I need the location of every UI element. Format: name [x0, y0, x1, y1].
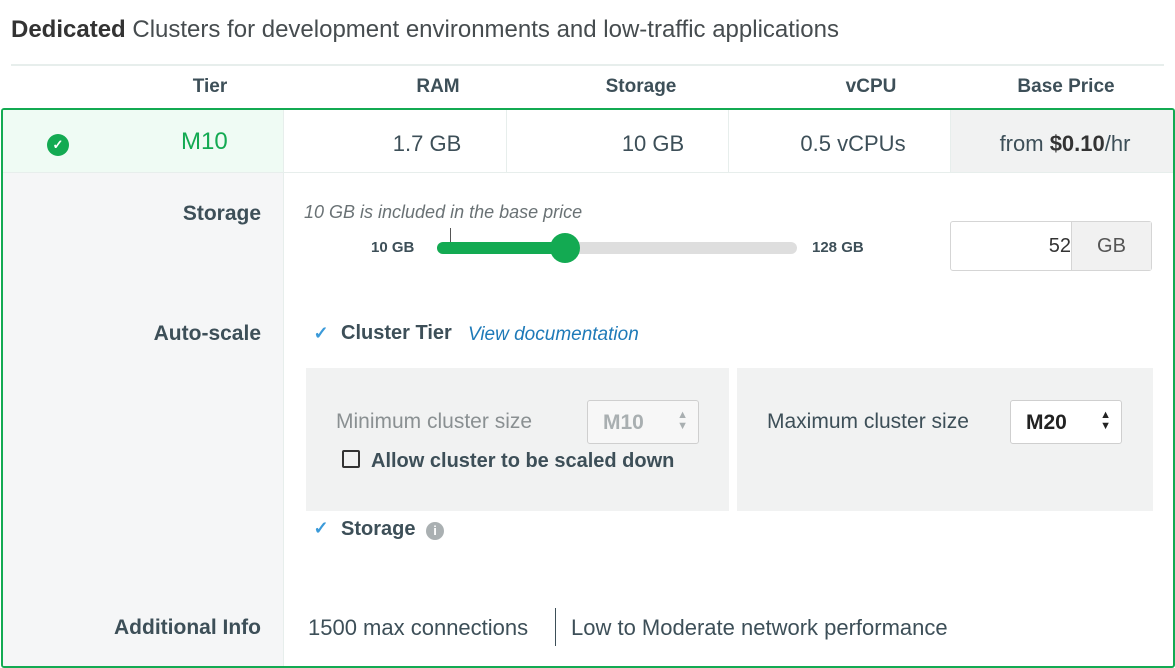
storage-slider-fill — [437, 242, 566, 254]
storage-gb-unit: GB — [1071, 222, 1151, 270]
tier-name: M10 — [181, 128, 228, 155]
min-cluster-label: Minimum cluster size — [336, 410, 533, 433]
info-icon[interactable]: i — [426, 522, 444, 540]
info-divider — [555, 608, 556, 646]
storage-gb-input[interactable]: 52 GB — [950, 221, 1152, 271]
price-cell: from $0.10/hr — [951, 110, 1173, 172]
heading-text: Clusters for development environments an… — [125, 16, 839, 43]
tier-cell[interactable]: ✓ M10 — [3, 110, 284, 172]
slider-max-label: 128 GB — [812, 239, 864, 256]
max-sort-arrows-icon: ▲ ▼ — [1100, 409, 1111, 432]
cluster-tier-label: Cluster Tier — [341, 322, 452, 344]
autoscale-label: Auto-scale — [153, 322, 261, 345]
header-ram: RAM — [416, 76, 460, 97]
max-cluster-label: Maximum cluster size — [767, 410, 969, 433]
price-suffix: /hr — [1104, 131, 1131, 156]
selected-check-icon: ✓ — [47, 134, 69, 156]
vcpu-value: 0.5 vCPUs — [800, 131, 906, 156]
header-base-price: Base Price — [1017, 76, 1115, 97]
header-tier: Tier — [192, 76, 228, 97]
included-tick-mark — [450, 228, 451, 242]
section-heading: Dedicated Clusters for development envir… — [11, 16, 839, 44]
tier-row[interactable]: ✓ M10 1.7 GB 10 GB 0.5 vCPUs from $0.10/… — [3, 110, 1173, 173]
tier-card-m10[interactable]: ✓ M10 1.7 GB 10 GB 0.5 vCPUs from $0.10/… — [1, 108, 1175, 668]
storage-slider-track[interactable] — [437, 242, 797, 254]
cluster-tier-checkbox[interactable]: ✓ — [312, 324, 330, 342]
price-prefix: from — [999, 131, 1050, 156]
slider-min-label: 10 GB — [371, 239, 415, 256]
additional-info-label: Additional Info — [114, 616, 261, 639]
max-connections-text: 1500 max connections — [308, 615, 529, 640]
header-storage: Storage — [605, 76, 677, 97]
allow-scale-down-checkbox[interactable] — [342, 450, 360, 468]
vcpu-cell: 0.5 vCPUs — [729, 110, 951, 172]
label-column — [3, 110, 284, 666]
storage-autoscale-checkbox[interactable]: ✓ — [312, 519, 330, 537]
price-value: $0.10 — [1049, 131, 1105, 156]
view-documentation-link[interactable]: View documentation — [468, 324, 639, 346]
allow-scale-down-label: Allow cluster to be scaled down — [371, 450, 675, 472]
price-text: from $0.10/hr — [1000, 131, 1131, 157]
ram-cell: 1.7 GB — [284, 110, 507, 172]
max-cluster-select[interactable]: M20 ▲ ▼ — [1010, 400, 1122, 444]
storage-hint: 10 GB is included in the base price — [304, 202, 583, 222]
heading-bold: Dedicated — [11, 16, 126, 43]
storage-autoscale-label: Storage — [341, 518, 416, 540]
ram-value: 1.7 GB — [392, 131, 462, 156]
network-performance-text: Low to Moderate network performance — [571, 615, 948, 640]
storage-value: 10 GB — [621, 131, 685, 156]
max-cluster-value: M20 — [1026, 411, 1067, 434]
header-vcpu: vCPU — [845, 76, 897, 97]
storage-slider-thumb[interactable] — [550, 233, 581, 263]
min-cluster-value: M10 — [603, 411, 644, 434]
storage-cell: 10 GB — [507, 110, 729, 172]
min-cluster-select[interactable]: M10 ▲ ▼ — [587, 400, 699, 444]
min-sort-arrows-icon: ▲ ▼ — [677, 409, 688, 432]
table-header: Tier RAM Storage vCPU Base Price — [11, 64, 1164, 108]
storage-gb-value[interactable]: 52 — [951, 222, 1071, 270]
storage-label: Storage — [182, 202, 261, 225]
